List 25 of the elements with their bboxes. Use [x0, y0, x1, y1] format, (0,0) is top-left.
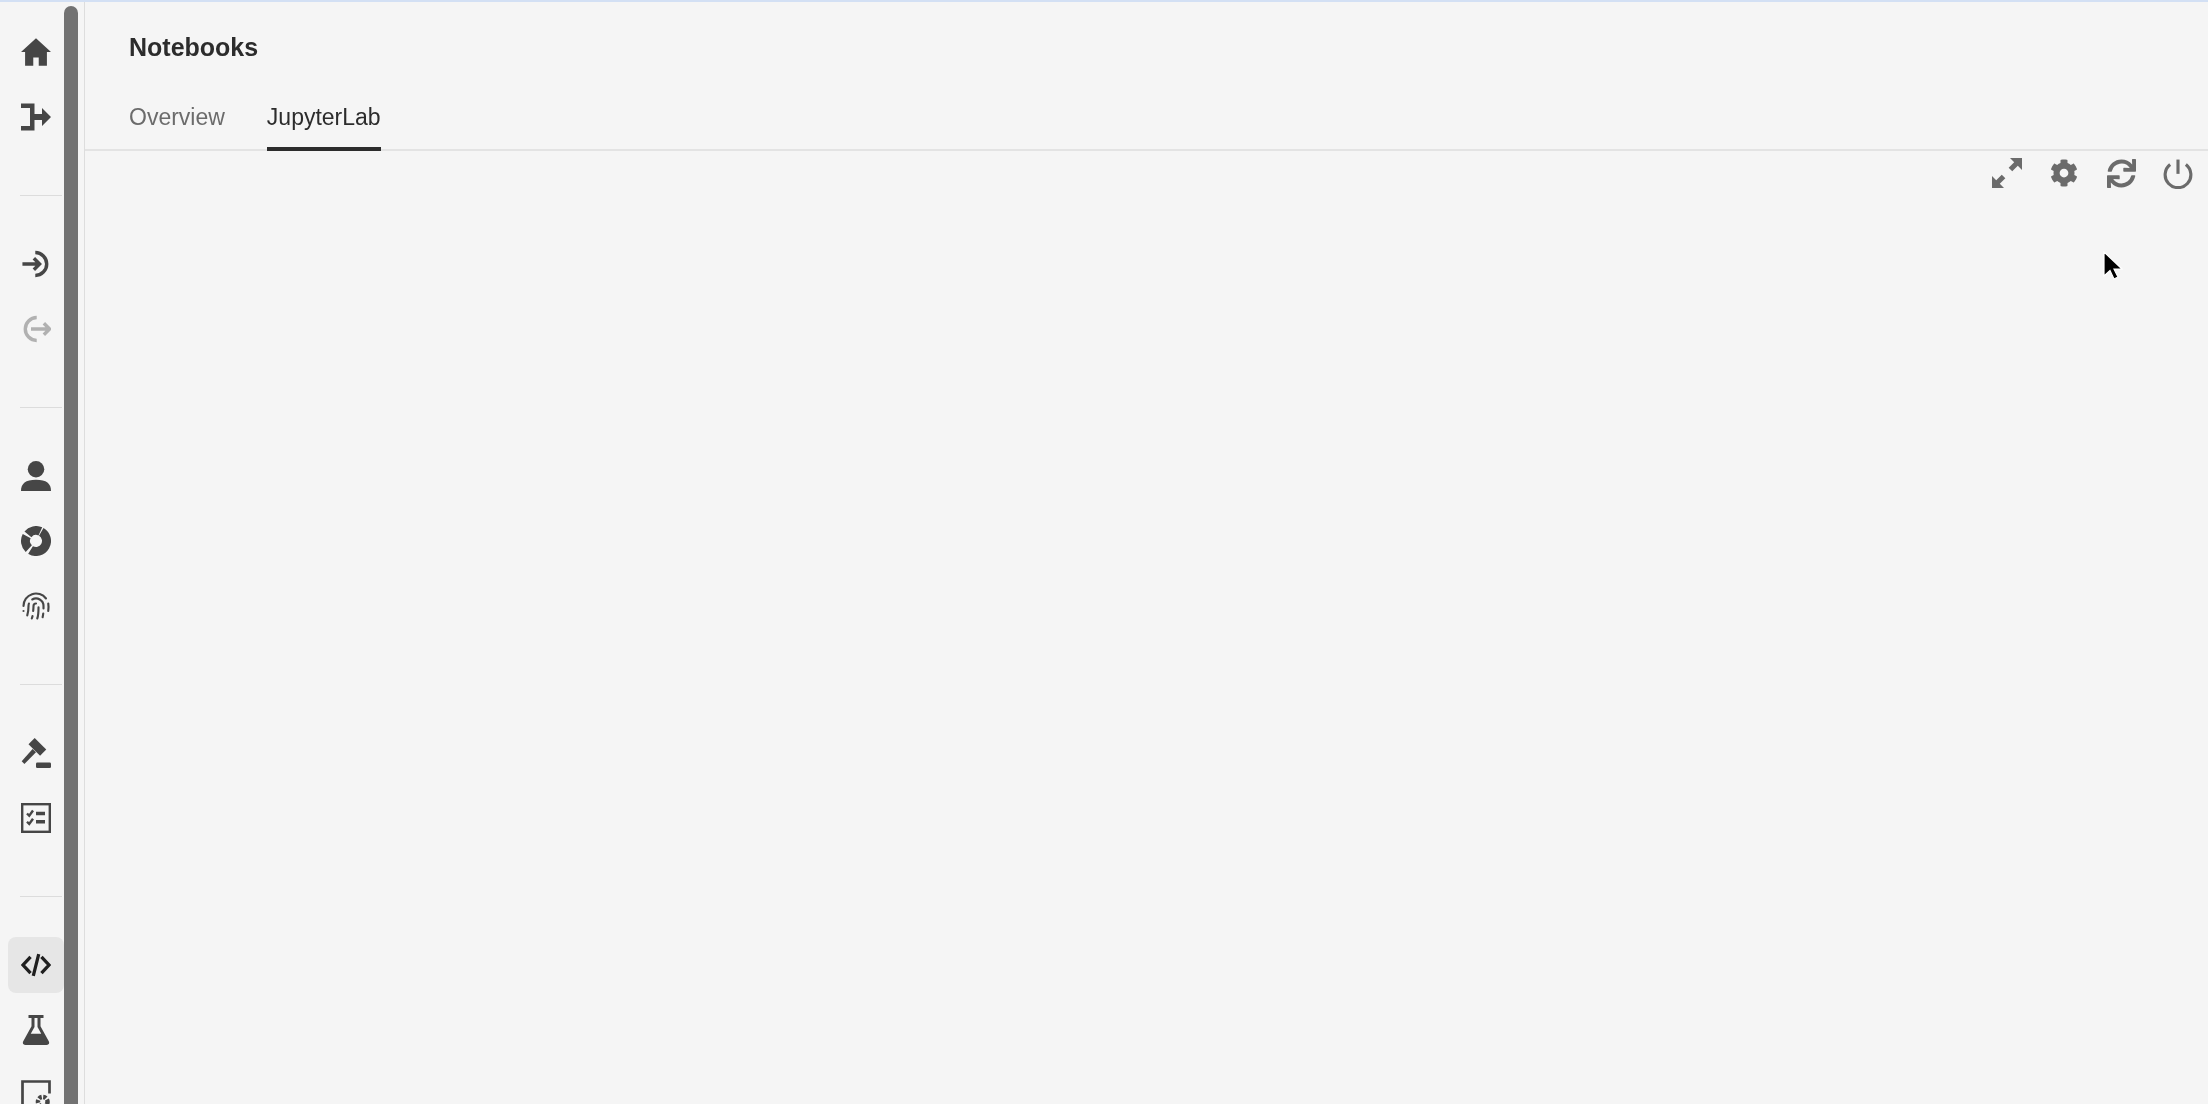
fingerprint-icon: [21, 591, 51, 621]
tab[interactable]: Overview: [129, 91, 225, 151]
segmented-ring-icon: [21, 526, 51, 556]
checklist-icon: [21, 803, 51, 833]
refresh-button[interactable]: [2105, 157, 2137, 189]
refresh-icon: [2106, 158, 2136, 188]
mouse-pointer-icon: [2103, 251, 2123, 280]
settings-icon: [2050, 159, 2078, 187]
flask-icon: [21, 1015, 51, 1045]
expand-icon: [1992, 158, 2022, 188]
page-title: Notebooks: [129, 32, 259, 63]
tab[interactable]: JupyterLab: [266, 91, 381, 151]
nav-button[interactable]: [8, 937, 64, 993]
user-icon: [21, 461, 51, 491]
sign-in-icon: [21, 249, 51, 279]
settings-button[interactable]: [2048, 157, 2080, 189]
scrollbar-thumb[interactable]: [64, 6, 78, 1104]
fullscreen-button[interactable]: [1991, 157, 2023, 189]
bracket-arrow-icon: [21, 102, 51, 132]
power-icon: [2163, 157, 2193, 189]
power-button[interactable]: [2162, 157, 2194, 189]
sign-out-icon: [21, 314, 51, 344]
document-gear-icon: [21, 1080, 51, 1104]
gavel-icon: [21, 738, 51, 768]
home-icon: [21, 37, 51, 67]
